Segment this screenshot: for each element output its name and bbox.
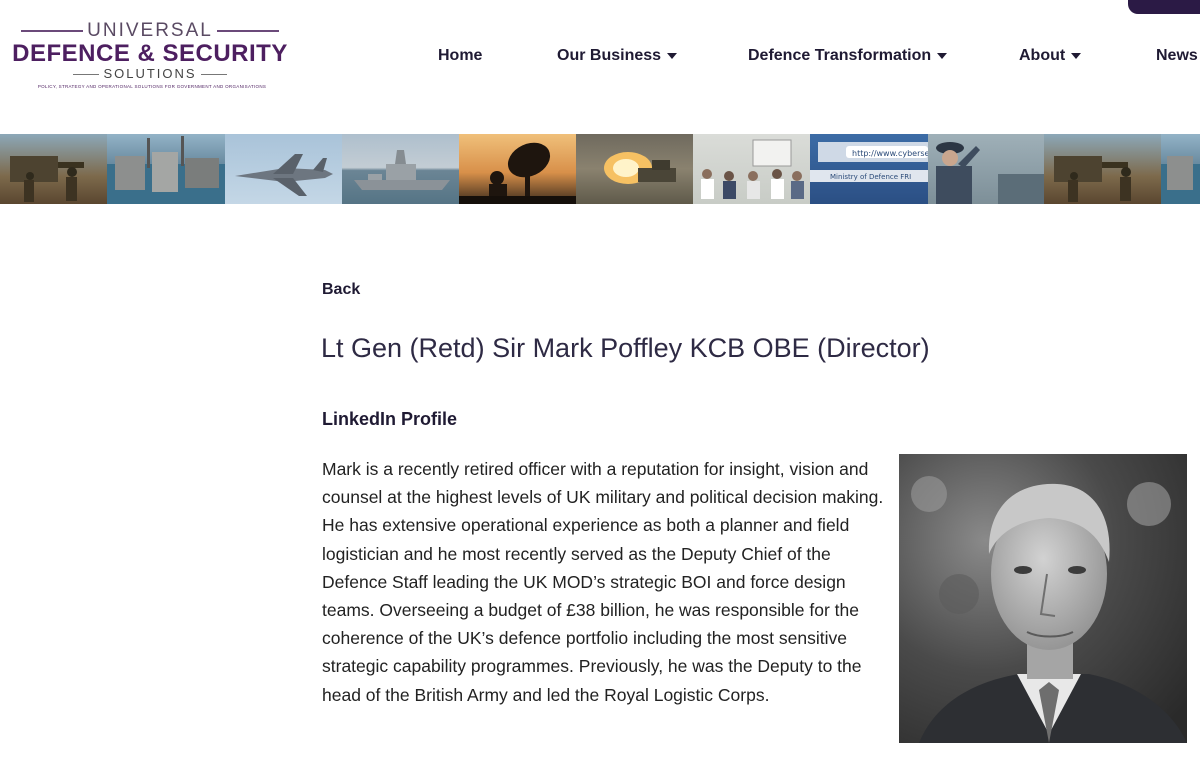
nav-news[interactable]: News xyxy=(1156,47,1198,65)
artillery-fire-icon xyxy=(576,134,693,204)
meeting-room-icon xyxy=(693,134,810,204)
cybersecurity-browser-icon: http://www.cybersecurity Ministry of Defe… xyxy=(810,134,928,204)
naval-dockyard-icon xyxy=(107,134,225,204)
top-right-tab[interactable] xyxy=(1128,0,1200,14)
chevron-down-icon xyxy=(937,52,948,59)
nav-our-business[interactable]: Our Business xyxy=(557,47,678,65)
logo-rule-right xyxy=(200,73,227,76)
site-header: UNIVERSAL DEFENCE & SECURITY SOLUTIONS P… xyxy=(0,0,1200,134)
back-link[interactable]: Back xyxy=(322,281,360,299)
naval-dockyard-icon xyxy=(1161,134,1200,204)
logo-rule-left xyxy=(73,73,100,76)
svg-text:Ministry of Defence FRI: Ministry of Defence FRI xyxy=(830,173,911,181)
svg-text:http://www.cybersecurity: http://www.cybersecurity xyxy=(852,149,928,158)
logo-rule-left xyxy=(21,29,84,32)
chevron-down-icon xyxy=(1071,52,1082,59)
linkedin-profile-link[interactable]: LinkedIn Profile xyxy=(322,409,457,430)
logo-word-universal: UNIVERSAL xyxy=(87,20,213,41)
logo-tagline: POLICY, STRATEGY AND OPERATIONAL SOLUTIO… xyxy=(37,84,267,89)
nav-home[interactable]: Home xyxy=(438,47,482,65)
soldiers-icon xyxy=(0,134,107,204)
satellite-dish-icon xyxy=(459,134,576,204)
photo-banner: http://www.cybersecurity Ministry of Defe… xyxy=(0,134,1200,204)
page-title: Lt Gen (Retd) Sir Mark Poffley KCB OBE (… xyxy=(321,333,930,363)
nav-defence-transformation[interactable]: Defence Transformation xyxy=(748,47,948,65)
saluting-officer-icon xyxy=(928,134,1044,204)
nav-home-label: Home xyxy=(438,47,483,64)
chevron-down-icon xyxy=(667,52,678,59)
nav-defence-transformation-label: Defence Transformation xyxy=(748,47,932,64)
main-nav: Home Our Business Defence Transformation… xyxy=(0,47,1200,69)
logo-top-line: UNIVERSAL xyxy=(0,20,300,42)
portrait-photo xyxy=(899,454,1187,743)
nav-about[interactable]: About xyxy=(1019,47,1082,65)
biography-text: Mark is a recently retired officer with … xyxy=(322,459,884,705)
logo-rule-right xyxy=(216,29,279,32)
nav-news-label: News xyxy=(1156,47,1198,64)
nav-our-business-label: Our Business xyxy=(557,47,662,64)
fighter-jet-icon xyxy=(225,134,342,204)
nav-about-label: About xyxy=(1019,47,1066,64)
soldiers-icon xyxy=(1044,134,1161,204)
warship-icon xyxy=(342,134,459,204)
